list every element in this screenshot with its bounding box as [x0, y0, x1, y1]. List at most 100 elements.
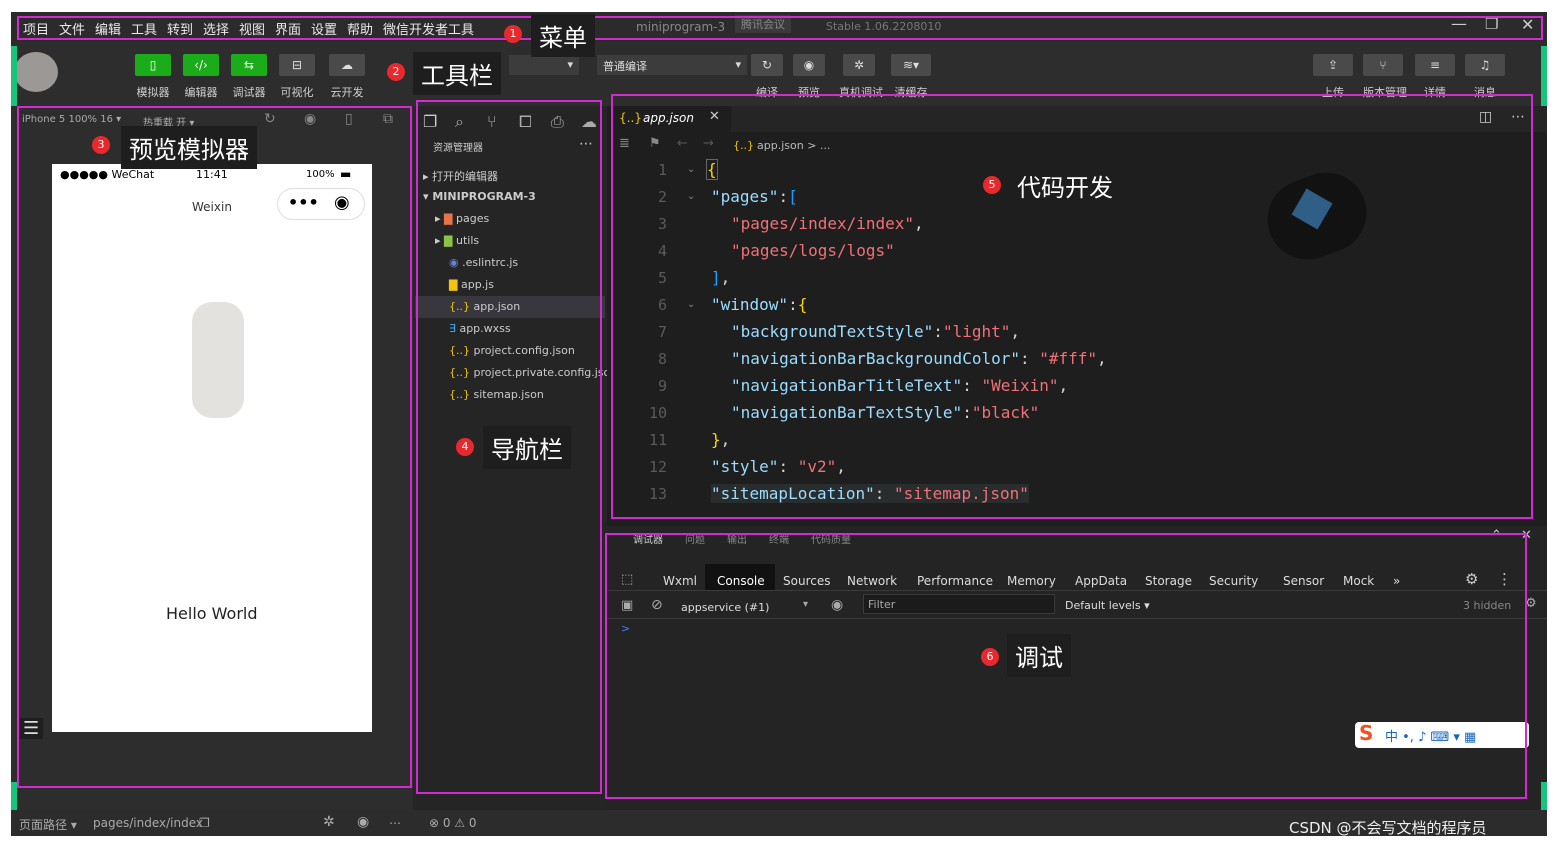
visual-toggle-icon[interactable]: ⊟: [279, 54, 315, 76]
tab-appdata[interactable]: AppData: [1075, 574, 1127, 588]
tab-storage[interactable]: Storage: [1145, 574, 1192, 588]
tab-close-icon[interactable]: ✕: [709, 109, 720, 124]
stop-icon[interactable]: ◉: [304, 111, 316, 127]
code-line-6[interactable]: "window":{: [711, 295, 807, 314]
tab-sources[interactable]: Sources: [783, 574, 830, 588]
bookmark-icon[interactable]: ⚑: [649, 136, 661, 151]
devtools-close-icon[interactable]: ✕: [1521, 528, 1532, 543]
version-control-icon[interactable]: ⑂: [1363, 54, 1403, 76]
files-icon[interactable]: ❐: [423, 112, 437, 131]
more-icon[interactable]: •••: [288, 193, 319, 212]
tab-debugger[interactable]: 调试器: [633, 531, 663, 546]
fold-icon[interactable]: ⌄: [687, 191, 695, 202]
sidebar-toggle-icon[interactable]: ▣: [621, 598, 633, 613]
device-select[interactable]: iPhone 5 100% 16 ▾: [22, 114, 121, 125]
context-select[interactable]: appservice (#1): [681, 601, 769, 614]
filter-input[interactable]: Filter: [863, 594, 1055, 614]
status-more-icon[interactable]: ⋯: [389, 816, 401, 830]
debugger-toggle-icon[interactable]: ⇆: [231, 54, 267, 76]
editor-toggle-icon[interactable]: ‹/›: [183, 54, 219, 76]
tab-performance[interactable]: Performance: [917, 574, 993, 588]
code-line-10[interactable]: "navigationBarTextStyle":"black": [731, 403, 1039, 422]
code-line-7[interactable]: "backgroundTextStyle":"light",: [731, 322, 1020, 341]
code-line-5[interactable]: ],: [711, 268, 730, 287]
copy-icon[interactable]: ❐: [199, 816, 210, 830]
fold-icon[interactable]: ⌄: [687, 299, 695, 310]
code-line-2[interactable]: "pages":[: [711, 187, 798, 206]
preview-icon[interactable]: ◉: [793, 54, 825, 76]
tab-console[interactable]: Console: [717, 574, 765, 588]
mode-select[interactable]: ▾: [509, 55, 579, 75]
notification-icon[interactable]: ♫: [1465, 54, 1505, 76]
more-tabs-icon[interactable]: »: [1393, 574, 1400, 588]
code-line-13[interactable]: "sitemapLocation": "sitemap.json": [711, 484, 1029, 503]
console-prompt[interactable]: >: [621, 622, 630, 635]
fold-icon[interactable]: ⌄: [687, 164, 695, 175]
ime-toolbar[interactable]: S 中 •, ♪ ⌨ ▾ ▦: [1355, 721, 1529, 748]
tab-sensor[interactable]: Sensor: [1283, 574, 1324, 588]
compile-icon[interactable]: ↻: [751, 54, 783, 76]
tab-security[interactable]: Security: [1209, 574, 1258, 588]
tree-folder-pages[interactable]: ▸ ▇ pages: [435, 212, 489, 225]
tab-problems[interactable]: 问题: [685, 531, 705, 546]
kebab-menu-icon[interactable]: ⋮: [1497, 570, 1512, 588]
code-line-8[interactable]: "navigationBarBackgroundColor": "#fff",: [731, 349, 1107, 368]
minimize-icon[interactable]: —: [1451, 14, 1467, 33]
tree-file-appwxss[interactable]: ∃ app.wxss: [449, 322, 511, 335]
menu-item-interface[interactable]: 界面: [275, 19, 301, 38]
tree-folder-utils[interactable]: ▸ ▇ utils: [435, 234, 479, 247]
menu-item-file[interactable]: 文件: [59, 19, 85, 38]
open-editors-section[interactable]: ▸ 打开的编辑器: [423, 168, 498, 184]
simulator-toggle-icon[interactable]: ▯: [135, 54, 171, 76]
clear-console-icon[interactable]: ⊘: [651, 597, 663, 613]
tree-file-projectprivateconfig[interactable]: {..} project.private.config.json: [449, 366, 617, 379]
tab-code-quality[interactable]: 代码质量: [811, 531, 851, 546]
menu-item-select[interactable]: 选择: [203, 19, 229, 38]
search-icon[interactable]: ⌕: [455, 112, 464, 132]
tree-file-appjson[interactable]: {..} app.json: [449, 300, 520, 313]
restore-icon[interactable]: ❐: [1485, 15, 1498, 33]
save-icon[interactable]: ⎙: [551, 112, 564, 132]
git-icon[interactable]: ⑂: [487, 112, 497, 131]
menu-item-goto[interactable]: 转到: [167, 19, 193, 38]
tree-file-eslintrc[interactable]: ◉ .eslintrc.js: [449, 256, 518, 269]
problems-count[interactable]: ⊗ 0 ⚠ 0: [429, 816, 477, 830]
levels-select[interactable]: Default levels ▾: [1065, 599, 1150, 612]
split-editor-icon[interactable]: ◫: [1479, 109, 1492, 125]
extensions-icon[interactable]: ⧠: [519, 112, 532, 132]
forward-icon[interactable]: →: [703, 136, 714, 151]
settings-icon[interactable]: ⚙: [1465, 570, 1478, 588]
capsule-button[interactable]: ••• ◉: [277, 188, 365, 220]
menu-item-edit[interactable]: 编辑: [95, 19, 121, 38]
explorer-more-icon[interactable]: ⋯: [579, 136, 593, 152]
eye-icon[interactable]: ◉: [831, 597, 843, 613]
tab-app-json[interactable]: {..} app.json ✕: [607, 106, 731, 132]
outline-icon[interactable]: ≣: [619, 136, 630, 151]
refresh-icon[interactable]: ↻: [264, 111, 276, 127]
code-line-9[interactable]: "navigationBarTitleText": "Weixin",: [731, 376, 1068, 395]
tab-network[interactable]: Network: [847, 574, 897, 588]
context-dropdown-icon[interactable]: ▾: [803, 599, 808, 610]
tree-file-sitemap[interactable]: {..} sitemap.json: [449, 388, 544, 401]
upload-icon[interactable]: ⇪: [1313, 54, 1353, 76]
popout-icon[interactable]: ⧉: [383, 111, 393, 127]
close-miniprogram-icon[interactable]: ◉: [334, 192, 350, 213]
status-eye-icon[interactable]: ◉: [357, 814, 369, 830]
tab-terminal[interactable]: 终端: [769, 531, 789, 546]
tab-wxml[interactable]: Wxml: [663, 574, 697, 588]
console-settings-icon[interactable]: ⚙: [1525, 596, 1537, 611]
tree-file-appjs[interactable]: ▇ app.js: [449, 278, 494, 291]
page-path-select[interactable]: 页面路径 ▾: [19, 816, 77, 833]
menu-item-view[interactable]: 视图: [239, 19, 265, 38]
menu-item-tools[interactable]: 工具: [131, 19, 157, 38]
tree-file-projectconfig[interactable]: {..} project.config.json: [449, 344, 575, 357]
code-line-11[interactable]: },: [711, 430, 730, 449]
code-line-4[interactable]: "pages/logs/logs": [731, 241, 895, 260]
menu-item-help[interactable]: 帮助: [347, 19, 373, 38]
collapse-icon[interactable]: ⌃: [1491, 528, 1502, 543]
clear-cache-icon[interactable]: ≋▾: [891, 54, 931, 76]
inspect-icon[interactable]: ⬚: [621, 572, 633, 587]
list-icon[interactable]: ☰: [19, 718, 44, 739]
back-icon[interactable]: ←: [677, 136, 688, 151]
ime-buttons[interactable]: 中 •, ♪ ⌨ ▾ ▦: [1385, 726, 1476, 745]
